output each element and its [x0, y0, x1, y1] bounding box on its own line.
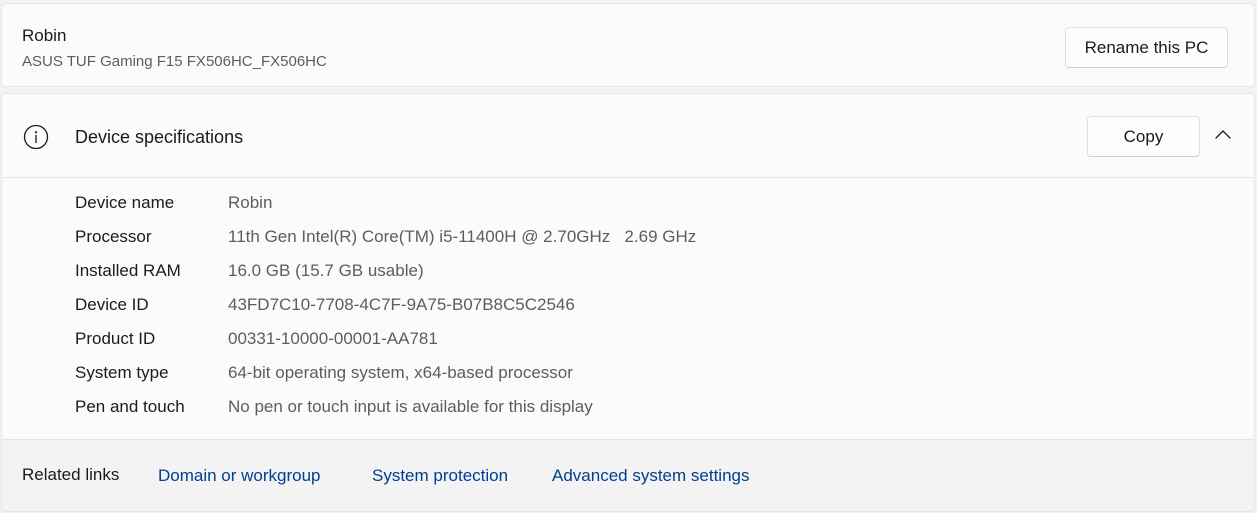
spec-value: 00331-10000-00001-AA781	[228, 329, 438, 348]
spec-label: System type	[75, 363, 169, 382]
spec-row-device-id: Device ID 43FD7C10-7708-4C7F-9A75-B07B8C…	[75, 290, 575, 320]
spec-label: Device ID	[75, 295, 149, 314]
spec-label: Pen and touch	[75, 397, 185, 416]
system-protection-link[interactable]: System protection	[372, 466, 508, 486]
copy-button[interactable]: Copy	[1087, 116, 1200, 157]
advanced-system-settings-link[interactable]: Advanced system settings	[552, 466, 749, 486]
spec-label: Processor	[75, 227, 152, 246]
device-card: Robin ASUS TUF Gaming F15 FX506HC_FX506H…	[1, 3, 1255, 87]
device-specifications-list: Device name Robin Processor 11th Gen Int…	[2, 178, 1254, 439]
chevron-up-icon[interactable]	[1214, 126, 1232, 144]
spec-row-pen-and-touch: Pen and touch No pen or touch input is a…	[75, 392, 593, 422]
spec-label: Device name	[75, 193, 175, 212]
spec-row-product-id: Product ID 00331-10000-00001-AA781	[75, 324, 438, 354]
spec-label: Product ID	[75, 329, 156, 348]
spec-row-device-name: Device name Robin	[75, 188, 272, 218]
spec-value: 11th Gen Intel(R) Core(TM) i5-11400H @ 2…	[228, 227, 697, 246]
spec-value: 43FD7C10-7708-4C7F-9A75-B07B8C5C2546	[228, 295, 575, 314]
related-links-title: Related links	[22, 465, 120, 484]
rename-pc-button[interactable]: Rename this PC	[1065, 27, 1228, 68]
spec-row-processor: Processor 11th Gen Intel(R) Core(TM) i5-…	[75, 222, 696, 252]
spec-value: No pen or touch input is available for t…	[228, 397, 593, 416]
domain-or-workgroup-link[interactable]: Domain or workgroup	[158, 466, 321, 486]
info-icon	[23, 124, 49, 150]
spec-label: Installed RAM	[75, 261, 181, 280]
device-specifications-card: Device specifications Copy Device name R…	[1, 93, 1255, 512]
device-name: Robin	[22, 26, 67, 45]
spec-value: 64-bit operating system, x64-based proce…	[228, 363, 573, 382]
device-specifications-header[interactable]: Device specifications Copy	[2, 94, 1254, 178]
device-model: ASUS TUF Gaming F15 FX506HC_FX506HC	[22, 53, 327, 70]
related-links-section: Related links Domain or workgroup System…	[2, 439, 1254, 511]
spec-row-installed-ram: Installed RAM 16.0 GB (15.7 GB usable)	[75, 256, 424, 286]
spec-row-system-type: System type 64-bit operating system, x64…	[75, 358, 573, 388]
spec-value: 16.0 GB (15.7 GB usable)	[228, 261, 424, 280]
device-specifications-title: Device specifications	[75, 127, 244, 147]
spec-value: Robin	[228, 193, 273, 212]
